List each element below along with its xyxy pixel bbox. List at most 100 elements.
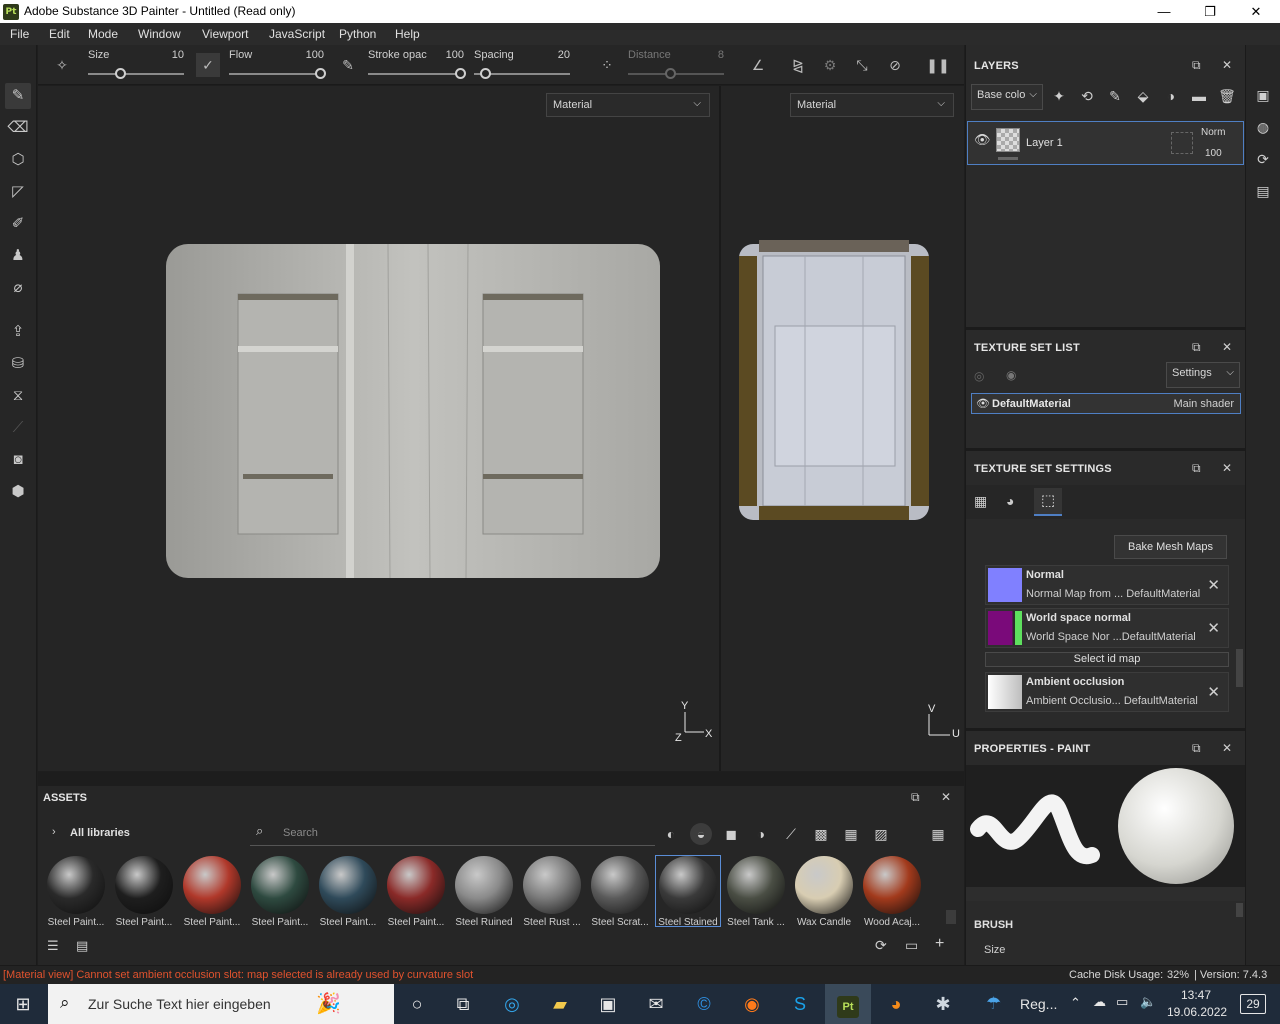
layer-opacity-value[interactable]: 100 [1205, 148, 1222, 159]
clock-date[interactable]: 19.06.2022 [1167, 1005, 1227, 1019]
chevron-right-icon[interactable]: › [52, 826, 56, 838]
menu-mode[interactable]: Mode [88, 27, 118, 41]
asset-thumbnail[interactable]: Steel Ruined [452, 856, 516, 928]
maximize-button[interactable]: ❐ [1187, 0, 1233, 23]
layer-row[interactable]: 👁 Layer 1 Norm 100 [967, 121, 1244, 165]
menu-edit[interactable]: Edit [49, 27, 70, 41]
spacing-value[interactable]: 20 [544, 49, 570, 61]
all-libraries-button[interactable]: All libraries [70, 827, 130, 839]
asset-thumbnail[interactable]: Steel Scrat... [588, 856, 652, 928]
volume-icon[interactable]: 🔈 [1140, 994, 1156, 1010]
menu-javascript[interactable]: JavaScript [269, 27, 325, 41]
delete-layer-icon[interactable]: 🗑 [1216, 88, 1238, 105]
stroke-opacity-slider[interactable] [368, 73, 464, 75]
add-paint-layer-icon[interactable]: ✎ [1104, 88, 1126, 105]
weather-label[interactable]: Reg... [1020, 996, 1057, 1012]
asset-scrollbar[interactable] [946, 910, 956, 924]
shader-name[interactable]: Main shader [1173, 398, 1234, 410]
add-mask-icon[interactable]: ⟲ [1076, 88, 1098, 105]
symmetry-settings-icon[interactable]: ⚙ [818, 53, 842, 77]
asset-search-field[interactable]: ⌕ Search [250, 820, 655, 846]
hide-icon[interactable]: ⊘ [883, 53, 907, 77]
menu-viewport[interactable]: Viewport [202, 27, 248, 41]
float-panel-icon[interactable]: ⧉ [1192, 340, 1201, 355]
line-angle-icon[interactable]: ∠ [746, 53, 770, 77]
weather-icon[interactable]: ☂ [986, 994, 1001, 1014]
filter-alphas-icon[interactable]: ▩ [810, 823, 832, 845]
edge-icon[interactable]: ◎ [489, 984, 535, 1024]
file-explorer-icon[interactable]: ▰ [537, 984, 583, 1024]
search-input[interactable]: Search [283, 827, 318, 839]
mesh-map-normal[interactable]: Normal Normal Map from ... DefaultMateri… [985, 565, 1229, 605]
projection-icon[interactable]: ⬡ [5, 147, 31, 173]
geometry-mask-icon[interactable]: ⛁ [5, 351, 31, 377]
mail-icon[interactable]: ✉ [633, 984, 679, 1024]
clone-stamp-icon[interactable]: ♟ [5, 243, 31, 269]
asset-thumbnail[interactable]: Steel Paint... [112, 856, 176, 928]
paint-brush-icon[interactable]: ✎ [5, 83, 31, 109]
mesh-map-world-space-normal[interactable]: World space normal World Space Nor ...De… [985, 608, 1229, 648]
menu-file[interactable]: File [10, 27, 29, 41]
filter-generators-icon[interactable]: ▦ [840, 823, 862, 845]
clock-time[interactable]: 13:47 [1181, 988, 1211, 1002]
asset-thumbnail[interactable]: Steel Paint... [316, 856, 380, 928]
eye-icon[interactable]: 👁 [974, 132, 991, 148]
camera-icon[interactable]: ◙ [5, 447, 31, 473]
bake-mesh-maps-button[interactable]: Bake Mesh Maps [1114, 535, 1227, 559]
menu-help[interactable]: Help [395, 27, 420, 41]
network-icon[interactable]: ▭ [1116, 994, 1128, 1010]
color-picker-icon[interactable]: ⌀ [5, 275, 31, 301]
remove-map-icon[interactable]: ✕ [1207, 683, 1220, 701]
menu-python[interactable]: Python [339, 27, 376, 41]
grid-view-icon[interactable]: ▦ [927, 823, 949, 845]
close-panel-icon[interactable]: ✕ [1222, 58, 1232, 72]
channel-select[interactable]: Base colo ⌵ [971, 84, 1043, 110]
tab-settings-icon[interactable]: ▦ [974, 493, 987, 510]
size-value[interactable]: 10 [158, 49, 184, 61]
polygon-fill-icon[interactable]: ◸ [5, 179, 31, 205]
skype-icon[interactable]: S [777, 984, 823, 1024]
close-button[interactable]: ✕ [1233, 0, 1279, 23]
bake-export-icon[interactable]: ⇪ [5, 319, 31, 345]
stroke-opacity-value[interactable]: 100 [438, 49, 464, 61]
smudge-icon[interactable]: ✐ [5, 211, 31, 237]
float-panel-icon[interactable]: ⧉ [1192, 461, 1201, 476]
viewport-splitter[interactable] [719, 86, 721, 771]
refresh-icon[interactable]: ⟳ [875, 937, 887, 954]
environment-icon[interactable]: ◍ [1252, 119, 1274, 136]
flow-slider-handle[interactable] [315, 68, 326, 79]
size-slider-handle[interactable] [115, 68, 126, 79]
flow-toggle-icon[interactable]: ✓ [196, 53, 220, 77]
asset-thumbnail[interactable]: Steel Paint... [180, 856, 244, 928]
stroke-opacity-slider-handle[interactable] [455, 68, 466, 79]
float-panel-icon[interactable]: ⧉ [1192, 741, 1201, 756]
store-icon[interactable]: ▣ [585, 984, 631, 1024]
onedrive-icon[interactable]: ☁ [1093, 994, 1106, 1010]
3d-viewport[interactable]: Material ⌵ Material ⌵ Y X Z V U [38, 86, 964, 771]
asset-thumbnail[interactable]: Steel Paint... [248, 856, 312, 928]
remove-map-icon[interactable]: ✕ [1207, 619, 1220, 637]
box-icon[interactable]: ⬢ [5, 479, 31, 505]
sort-icon[interactable]: ☰ [47, 938, 59, 954]
taskbar-search-box[interactable]: ⌕ Zur Suche Text hier eingeben 🎉 [48, 984, 394, 1024]
close-panel-icon[interactable]: ✕ [941, 790, 951, 804]
asset-thumbnail[interactable]: Wood Acaj... [860, 856, 924, 928]
asset-thumbnail[interactable]: Steel Rust ... [520, 856, 584, 928]
substance-painter-taskbar-icon[interactable]: Pt [825, 984, 871, 1024]
add-fill-layer-icon[interactable]: ⬙ [1132, 88, 1154, 105]
filter-smart-materials-icon[interactable]: ◒ [690, 823, 712, 845]
menu-window[interactable]: Window [138, 27, 181, 41]
asset-thumbnail[interactable]: Wax Candle [792, 856, 856, 928]
blend-mode-value[interactable]: Norm [1201, 127, 1225, 138]
app-spider-icon[interactable]: ✱ [920, 984, 966, 1024]
asset-thumbnail[interactable]: Steel Stained [655, 855, 721, 928]
filter-list-icon[interactable]: ▤ [76, 938, 88, 954]
asset-thumbnail[interactable]: Steel Paint... [44, 856, 108, 928]
flow-slider[interactable] [229, 73, 325, 75]
cortana-icon[interactable]: ○ [394, 984, 440, 1024]
eye-icon[interactable]: 👁 [976, 397, 990, 410]
eraser-icon[interactable]: ⌫ [5, 115, 31, 141]
select-id-map-button[interactable]: Select id map [985, 652, 1229, 667]
asset-thumbnail[interactable]: Steel Paint... [384, 856, 448, 928]
float-panel-icon[interactable]: ⧉ [1192, 58, 1201, 73]
